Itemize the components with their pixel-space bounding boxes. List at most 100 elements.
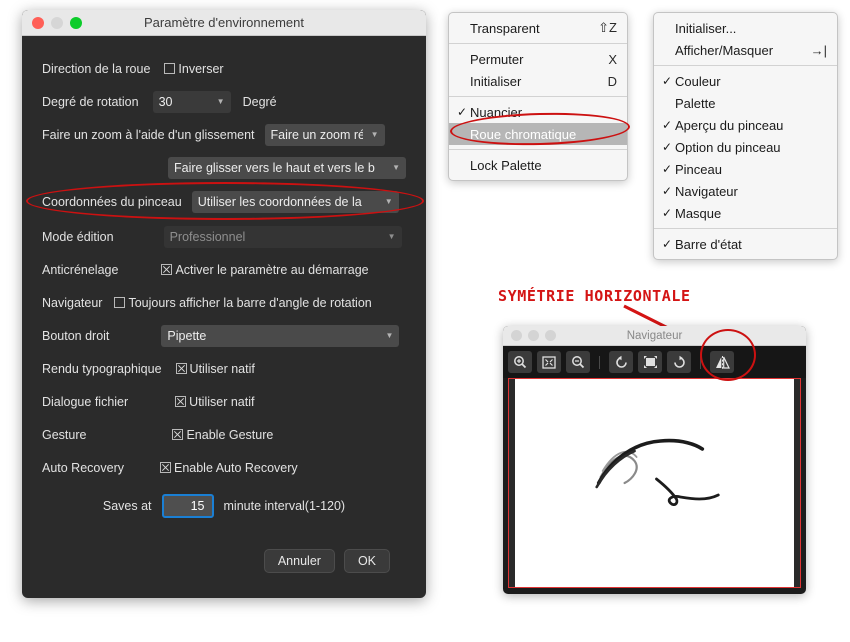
- navigator-checkbox[interactable]: Toujours afficher la barre d'angle de ro…: [114, 296, 372, 310]
- checkmark-icon: ✓: [457, 105, 468, 119]
- checkbox-label: Utiliser natif: [189, 394, 255, 409]
- chevron-down-icon: ▼: [385, 330, 394, 340]
- menu-item-nuancier[interactable]: ✓ Nuancier: [449, 101, 627, 123]
- saves-at-input[interactable]: 15: [161, 494, 214, 518]
- row-wheel-direction: Direction de la roue Inverser: [42, 52, 406, 85]
- reset-rotation-icon[interactable]: [638, 351, 662, 373]
- rotation-degree-unit: Degré: [242, 94, 277, 109]
- text-render-checkbox[interactable]: Utiliser natif: [175, 362, 255, 376]
- row-navigator: Navigateur Toujours afficher la barre d'…: [42, 286, 406, 319]
- navigator-canvas[interactable]: [515, 379, 794, 587]
- canvas-artwork: [595, 438, 720, 507]
- menu-item-pinceau[interactable]: ✓ Pinceau: [654, 158, 837, 180]
- menu-separator: [449, 96, 627, 97]
- menu-item-label: Nuancier: [470, 104, 523, 120]
- checkbox-label: Enable Gesture: [186, 427, 274, 442]
- checkmark-icon: ✓: [662, 237, 673, 251]
- menu-item-transparent[interactable]: Transparent ⇧Z: [449, 17, 627, 39]
- row-text-render: Rendu typographique Utiliser natif: [42, 352, 406, 385]
- zoom-out-icon[interactable]: [566, 351, 590, 373]
- wheel-direction-checkbox[interactable]: Inverser: [164, 62, 224, 76]
- menu-separator: [449, 149, 627, 150]
- wheel-direction-label: Direction de la roue: [42, 61, 151, 76]
- drag-zoom-value: Faire un zoom ré: [270, 127, 363, 142]
- menu-item-label: Navigateur: [675, 183, 738, 199]
- preferences-title: Paramètre d'environnement: [143, 15, 304, 30]
- menu-item-couleur[interactable]: ✓ Couleur: [654, 70, 837, 92]
- menu-item-initialiser[interactable]: Initialiser...: [654, 17, 837, 39]
- brush-coordinates-label: Coordonnées du pinceau: [42, 195, 182, 209]
- dialog-button-bar: Annuler OK: [42, 544, 406, 577]
- text-render-label: Rendu typographique: [42, 361, 162, 376]
- checkbox-label: Enable Auto Recovery: [173, 460, 298, 475]
- auto-recovery-checkbox[interactable]: Enable Auto Recovery: [159, 460, 298, 475]
- navigator-titlebar: Navigateur: [503, 326, 806, 346]
- saves-at-value: 15: [190, 499, 205, 513]
- horizontal-mirror-icon[interactable]: [710, 351, 734, 373]
- rotate-right-icon[interactable]: [667, 351, 691, 373]
- menu-item-label: Barre d'état: [675, 236, 742, 252]
- menu-item-label: Aperçu du pinceau: [675, 117, 784, 133]
- chevron-down-icon: ▼: [370, 129, 379, 139]
- menu-item-label: Roue chromatique: [470, 126, 577, 142]
- menu-item-label: Transparent: [470, 20, 540, 36]
- brush-coordinates-dropdown[interactable]: Utiliser les coordonnées de la ▼: [191, 191, 399, 213]
- menu-item-shortcut: D: [607, 73, 617, 89]
- menu-item-permuter[interactable]: Permuter X: [449, 48, 627, 70]
- navigator-window: Navigateur: [503, 326, 806, 594]
- menu-item-label: Initialiser...: [675, 20, 737, 36]
- screenshot-root: Paramètre d'environnement Direction de l…: [0, 0, 850, 642]
- menu-item-initialiser[interactable]: Initialiser D: [449, 70, 627, 92]
- fit-screen-icon[interactable]: [537, 351, 561, 373]
- gesture-checkbox[interactable]: Enable Gesture: [172, 428, 273, 442]
- checkbox-box: [159, 462, 171, 473]
- checkbox-box: [164, 63, 176, 74]
- drag-zoom-dropdown[interactable]: Faire un zoom ré ▼: [264, 123, 385, 146]
- menu-item-label: Palette: [675, 95, 716, 111]
- right-button-dropdown[interactable]: Pipette ▼: [161, 324, 400, 347]
- drag-direction-value: Faire glisser vers le haut et vers le b: [174, 160, 375, 175]
- menu-separator: [449, 43, 627, 44]
- menu-item-label: Lock Palette: [470, 157, 542, 173]
- checkbox-box: [172, 429, 184, 440]
- menu-item-navigateur[interactable]: ✓ Navigateur: [654, 180, 837, 202]
- rotation-degree-dropdown[interactable]: 30 ▼: [152, 90, 231, 113]
- edit-mode-value: Professionnel: [169, 229, 246, 244]
- file-dialog-checkbox[interactable]: Utiliser natif: [175, 395, 254, 409]
- checkmark-icon: ✓: [662, 162, 673, 176]
- menu-item-option-du-pinceau[interactable]: ✓ Option du pinceau: [654, 136, 837, 158]
- preferences-body: Direction de la roue Inverser Degré de r…: [22, 36, 426, 587]
- saves-at-suffix: minute interval(1-120): [223, 499, 346, 513]
- menu-item-label: Permuter: [470, 51, 524, 67]
- color-menu: Transparent ⇧Z Permuter X Initialiser D …: [448, 12, 628, 181]
- cancel-button[interactable]: Annuler: [263, 548, 335, 573]
- checkmark-icon: ✓: [662, 118, 673, 132]
- menu-item-apercu-du-pinceau[interactable]: ✓ Aperçu du pinceau: [654, 114, 837, 136]
- menu-item-shortcut: X: [608, 51, 617, 67]
- row-saves-at: Saves at 15 minute interval(1-120): [42, 484, 406, 528]
- chevron-down-icon: ▼: [392, 162, 400, 172]
- rotate-left-icon[interactable]: [609, 351, 633, 373]
- row-edit-mode: Mode édition Professionnel ▼: [42, 220, 406, 253]
- menu-item-roue-chromatique[interactable]: Roue chromatique: [449, 123, 627, 145]
- antialias-label: Anticrénelage: [42, 262, 119, 277]
- edit-mode-dropdown[interactable]: Professionnel ▼: [163, 225, 402, 248]
- navigator-toolbar: [503, 346, 806, 378]
- chevron-down-icon: ▼: [387, 231, 396, 241]
- ok-button[interactable]: OK: [343, 548, 390, 573]
- menu-item-barre-detat[interactable]: ✓ Barre d'état: [654, 233, 837, 255]
- checkbox-box: [175, 396, 187, 407]
- row-rotation-degree: Degré de rotation 30 ▼ Degré: [42, 85, 406, 118]
- menu-item-label: Masque: [675, 205, 722, 221]
- menu-item-afficher-masquer[interactable]: Afficher/Masquer →|: [654, 39, 837, 61]
- zoom-in-icon[interactable]: [508, 351, 532, 373]
- chevron-down-icon: ▼: [384, 197, 393, 206]
- menu-item-palette[interactable]: Palette: [654, 92, 837, 114]
- menu-item-masque[interactable]: ✓ Masque: [654, 202, 837, 224]
- rotation-degree-value: 30: [158, 94, 173, 109]
- drag-direction-dropdown[interactable]: Faire glisser vers le haut et vers le b …: [168, 156, 406, 179]
- brush-coordinates-value: Utiliser les coordonnées de la: [197, 195, 362, 209]
- antialias-checkbox[interactable]: Activer le paramètre au démarrage: [161, 263, 369, 277]
- menu-item-lock-palette[interactable]: Lock Palette: [449, 154, 627, 176]
- row-auto-recovery: Auto Recovery Enable Auto Recovery: [42, 451, 406, 484]
